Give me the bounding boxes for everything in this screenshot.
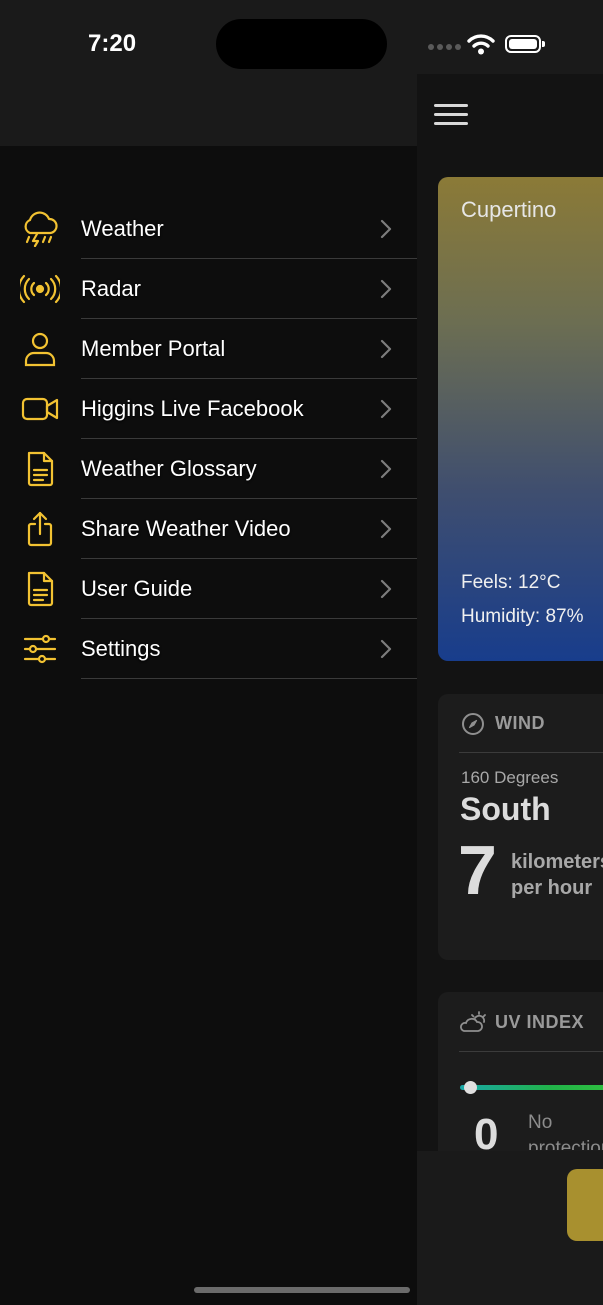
status-time: 7:20 [88, 30, 137, 57]
chevron-right-icon [380, 579, 392, 599]
chevron-right-icon [380, 399, 392, 419]
menu-item-higgins-live-facebook[interactable]: Higgins Live Facebook [0, 379, 417, 439]
document-icon [27, 571, 54, 607]
menu-item-label: Member Portal [81, 336, 226, 361]
video-camera-icon [21, 397, 59, 421]
partly-cloudy-icon [460, 1011, 486, 1032]
chevron-right-icon [380, 459, 392, 479]
hamburger-menu-icon[interactable] [434, 104, 470, 126]
radar-broadcast-icon [20, 274, 60, 304]
menu-item-radar[interactable]: Radar [0, 259, 417, 319]
wind-degrees: 160 Degrees [461, 768, 559, 787]
feels-like: Feels: 12°C [461, 572, 561, 593]
person-icon [24, 332, 56, 367]
share-icon [27, 511, 53, 547]
sliders-icon [23, 634, 57, 664]
document-icon [27, 451, 54, 487]
menu-item-weather-glossary[interactable]: Weather Glossary [0, 439, 417, 499]
chevron-right-icon [380, 279, 392, 299]
wifi-icon [467, 34, 495, 55]
chevron-right-icon [380, 339, 392, 359]
cellular-signal-icon [428, 44, 462, 52]
battery-icon [505, 35, 545, 53]
wind-unit: kilometers per hour [511, 851, 603, 899]
bottom-action-button[interactable] [567, 1169, 603, 1241]
wind-title: WIND [495, 713, 545, 733]
thunderstorm-cloud-icon [24, 211, 58, 247]
menu-item-member-portal[interactable]: Member Portal [0, 319, 417, 379]
city-name: Cupertino [461, 197, 557, 222]
menu-item-label: Radar [81, 276, 141, 301]
home-indicator[interactable] [194, 1287, 410, 1293]
menu-item-label: User Guide [81, 576, 193, 601]
card-divider [459, 752, 603, 753]
card-divider [459, 1051, 603, 1052]
menu-divider [81, 678, 417, 679]
menu-item-share-weather-video[interactable]: Share Weather Video [0, 499, 417, 559]
dynamic-island [216, 19, 387, 69]
uv-level-bar [460, 1085, 603, 1090]
menu-item-label: Weather [81, 216, 164, 241]
humidity: Humidity: 87% [461, 606, 584, 627]
uv-title: UV INDEX [495, 1012, 585, 1032]
menu-item-label: Higgins Live Facebook [81, 396, 304, 421]
uv-level-indicator [464, 1081, 477, 1094]
wind-direction: South [460, 791, 551, 827]
menu-item-settings[interactable]: Settings [0, 619, 417, 679]
uv-description: No protection needed outside [528, 1112, 603, 1150]
menu-item-weather[interactable]: Weather [0, 199, 417, 259]
menu-item-label: Weather Glossary [81, 456, 257, 481]
chevron-right-icon [380, 219, 392, 239]
drawer-header [0, 74, 417, 146]
compass-icon [462, 713, 484, 735]
wind-speed: 7 [458, 831, 497, 909]
chevron-right-icon [380, 639, 392, 659]
menu-item-user-guide[interactable]: User Guide [0, 559, 417, 619]
menu-item-label: Settings [81, 636, 161, 661]
chevron-right-icon [380, 519, 392, 539]
menu-item-label: Share Weather Video [81, 516, 291, 541]
